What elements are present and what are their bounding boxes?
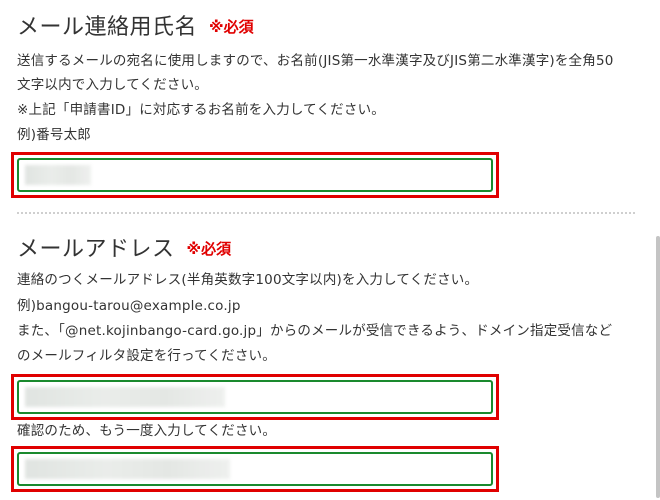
name-example: 例)番号太郎 <box>17 127 91 143</box>
email-input-redacted-value <box>25 387 225 407</box>
email-required-badge: ※必須 <box>186 240 232 258</box>
name-input-redacted-value <box>25 165 91 185</box>
email-example: 例)bangou-tarou@example.co.jp <box>17 298 241 314</box>
name-section-title: メール連絡用氏名 <box>17 15 198 40</box>
email-confirm-input[interactable] <box>17 452 493 486</box>
name-desc-line2: 文字以内で入力してください。 <box>17 77 208 93</box>
email-confirm-field-highlight <box>11 446 499 492</box>
email-desc-line1: 連絡のつくメールアドレス(半角英数字100文字以内)を入力してください。 <box>17 272 479 288</box>
email-input[interactable] <box>17 380 493 414</box>
name-section-heading: メール連絡用氏名 ※必須 <box>17 17 637 39</box>
email-desc-line2: また、「@net.kojinbango-card.go.jp」からのメールが受信… <box>17 323 613 339</box>
email-desc-line3: のメールフィルタ設定を行ってください。 <box>17 348 276 364</box>
email-confirm-label: 確認のため、もう一度入力してください。 <box>17 423 277 439</box>
email-section-heading: メールアドレス ※必須 <box>17 239 637 261</box>
name-note: ※上記「申請書ID」に対応するお名前を入力してください。 <box>17 102 385 118</box>
name-required-badge: ※必須 <box>209 18 254 36</box>
name-field-highlight <box>11 152 499 198</box>
email-section-title: メールアドレス <box>17 237 175 262</box>
email-field-highlight <box>11 374 499 420</box>
scrollbar-thumb[interactable] <box>656 236 660 498</box>
name-desc-line1: 送信するメールの宛名に使用しますので、お名前(JIS第一水準漢字及びJIS第二水… <box>17 53 614 69</box>
name-input[interactable] <box>17 158 493 192</box>
section-divider <box>17 212 635 214</box>
email-confirm-redacted-value <box>25 459 230 479</box>
